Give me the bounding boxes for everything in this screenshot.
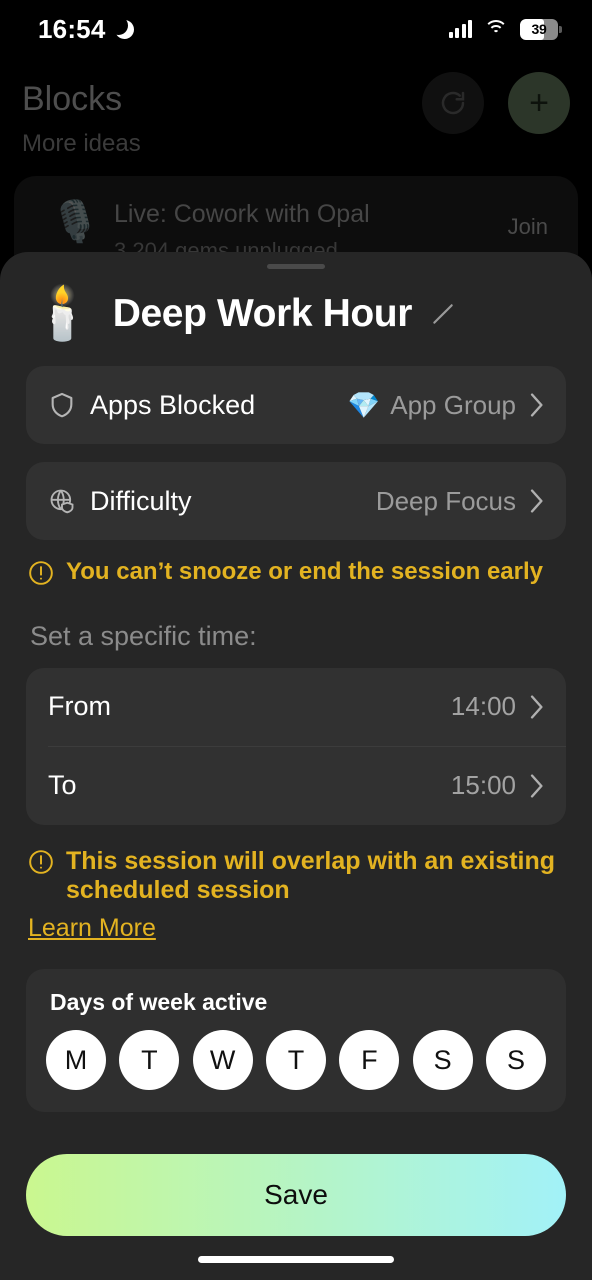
refresh-button[interactable]	[422, 72, 484, 134]
day-label: M	[64, 1044, 88, 1075]
days-of-week-card: Days of week active M T W T F S S	[26, 969, 566, 1113]
chevron-right-icon	[530, 774, 543, 798]
day-toggle-wednesday[interactable]: W	[192, 1030, 253, 1091]
snooze-warning: You can’t snooze or end the session earl…	[28, 558, 566, 587]
cellular-signal-icon	[448, 20, 472, 38]
day-toggle-tuesday[interactable]: T	[119, 1030, 180, 1091]
diamond-icon: 💎	[347, 389, 381, 420]
chevron-right-icon	[530, 489, 543, 513]
apps-blocked-row[interactable]: Apps Blocked 💎 App Group	[26, 366, 566, 444]
day-label: W	[209, 1044, 236, 1075]
status-bar: 16:54 39	[0, 0, 592, 58]
chevron-right-icon	[530, 695, 543, 719]
from-label: From	[48, 691, 111, 722]
apps-blocked-label: Apps Blocked	[90, 389, 256, 420]
join-button[interactable]: Join	[508, 214, 548, 240]
to-label: To	[48, 770, 77, 801]
exclamation-circle-icon	[29, 849, 53, 874]
from-value: 14:00	[450, 691, 516, 722]
phone-screen: 16:54 39 Blocks More ideas + �	[0, 0, 592, 1280]
difficulty-row[interactable]: Difficulty Deep Focus	[26, 462, 566, 540]
snooze-warning-text: You can’t snooze or end the session earl…	[66, 558, 544, 585]
difficulty-value-label: Deep Focus	[375, 485, 516, 516]
day-toggle-saturday[interactable]: S	[412, 1030, 473, 1091]
learn-more-link[interactable]: Learn More	[28, 914, 156, 943]
to-value: 15:00	[450, 770, 516, 801]
status-bar-left: 16:54	[38, 14, 134, 45]
add-block-button[interactable]: +	[508, 72, 570, 134]
plus-icon: +	[529, 84, 549, 122]
sheet-header: 🕯️ Deep Work Hour	[26, 288, 566, 340]
apps-blocked-value-label: App Group	[390, 389, 516, 420]
wifi-icon	[484, 20, 508, 38]
sheet-content: 🕯️ Deep Work Hour Apps Blocked 💎 App Gro…	[0, 252, 592, 1237]
status-bar-right: 39	[448, 18, 562, 40]
crescent-moon-icon	[108, 15, 134, 39]
day-toggle-friday[interactable]: F	[339, 1030, 400, 1091]
day-toggle-sunday[interactable]: S	[485, 1030, 546, 1091]
page-title: Blocks	[22, 80, 123, 118]
overlap-warning-text: This session will overlap with an existi…	[66, 846, 556, 904]
day-label: F	[361, 1044, 378, 1075]
globe-shield-icon	[48, 487, 76, 515]
day-toggle-monday[interactable]: M	[46, 1030, 106, 1091]
edit-block-sheet: 🕯️ Deep Work Hour Apps Blocked 💎 App Gro…	[0, 252, 592, 1280]
microphone-icon: 🎙️	[50, 200, 100, 244]
refresh-icon	[441, 91, 465, 115]
to-time-row[interactable]: To 15:00	[26, 747, 566, 825]
day-toggle-thursday[interactable]: T	[265, 1030, 326, 1091]
days-of-week-row: M T W T F S S	[46, 1030, 546, 1091]
time-section-label: Set a specific time:	[30, 620, 257, 651]
shield-icon	[48, 391, 76, 419]
page-subtitle: More ideas	[22, 130, 141, 157]
difficulty-label: Difficulty	[90, 485, 192, 516]
chevron-right-icon	[530, 393, 543, 417]
day-label: T	[287, 1044, 305, 1075]
status-bar-clock: 16:54	[38, 13, 106, 44]
battery-icon: 39	[520, 18, 562, 40]
home-indicator	[198, 1256, 394, 1263]
exclamation-circle-icon	[29, 561, 53, 585]
day-label: S	[433, 1044, 452, 1075]
save-button[interactable]: Save	[26, 1154, 566, 1237]
block-title: Deep Work Hour	[112, 292, 413, 335]
apps-blocked-value: 💎 App Group	[348, 390, 516, 421]
days-of-week-title: Days of week active	[50, 989, 268, 1016]
sheet-drag-handle[interactable]	[267, 264, 325, 269]
day-label: S	[506, 1044, 525, 1075]
live-session-title: Live: Cowork with Opal	[114, 200, 370, 228]
pencil-edit-icon[interactable]	[430, 301, 456, 327]
candle-icon: 🕯️	[30, 285, 95, 343]
from-time-row[interactable]: From 14:00	[26, 668, 566, 746]
overlap-warning: This session will overlap with an existi…	[28, 847, 566, 905]
day-label: T	[141, 1044, 158, 1075]
time-range-card: From 14:00 To 15:00	[26, 667, 566, 825]
battery-level-label: 39	[531, 21, 547, 37]
difficulty-value: Deep Focus	[376, 486, 516, 517]
